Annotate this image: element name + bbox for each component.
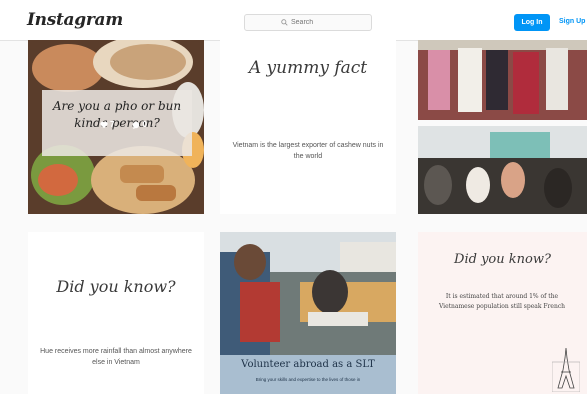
post-tile-hue-rainfall[interactable]: Did you know? Hue receives more rainfall… — [28, 232, 204, 394]
instagram-logo[interactable]: Instagram — [27, 10, 123, 30]
comments-stat: 0 — [132, 120, 147, 129]
post-title: Did you know? — [454, 252, 551, 267]
post-tile-classroom[interactable] — [418, 40, 587, 214]
post-stats: 7 0 — [100, 120, 147, 129]
post-title: Did you know? — [56, 277, 176, 296]
post-title: A yummy fact — [248, 58, 368, 78]
post-text: Hue receives more rainfall than almost a… — [40, 348, 192, 366]
search-box[interactable] — [244, 14, 372, 31]
classroom-photo — [418, 40, 587, 214]
post-tile-pho-or-bun[interactable]: Are you a pho or bun kinda person? 7 0 — [28, 40, 204, 214]
login-button[interactable]: Log In — [514, 14, 550, 31]
volunteer-photo — [220, 232, 396, 355]
post-text: Vietnam is the largest exporter of cashe… — [232, 142, 384, 160]
caption-band: Volunteer abroad as a SLT Bring your ski… — [220, 355, 396, 394]
post-overlay: Are you a pho or bun kinda person? 7 0 — [42, 90, 192, 156]
post-text: It is estimated that around 1% of the Vi… — [438, 293, 566, 310]
top-navigation-bar: Instagram Log In Sign Up — [0, 0, 587, 41]
post-tile-yummy-fact[interactable]: A yummy fact Vietnam is the largest expo… — [220, 40, 396, 214]
likes-count: 7 — [110, 120, 115, 129]
eiffel-tower-illustration — [552, 348, 580, 392]
heart-icon — [100, 121, 108, 128]
comments-count: 0 — [142, 120, 147, 129]
post-title: Volunteer abroad as a SLT — [241, 359, 375, 370]
signup-link[interactable]: Sign Up — [559, 18, 585, 25]
search-icon — [281, 19, 288, 26]
post-subtitle: Bring your skills and expertise to the l… — [255, 377, 361, 382]
likes-stat: 7 — [100, 120, 114, 129]
comment-icon — [133, 121, 140, 129]
post-tile-volunteer[interactable]: Volunteer abroad as a SLT Bring your ski… — [220, 232, 396, 394]
post-tile-french[interactable]: Did you know? It is estimated that aroun… — [418, 232, 587, 394]
search-input[interactable] — [291, 19, 335, 26]
